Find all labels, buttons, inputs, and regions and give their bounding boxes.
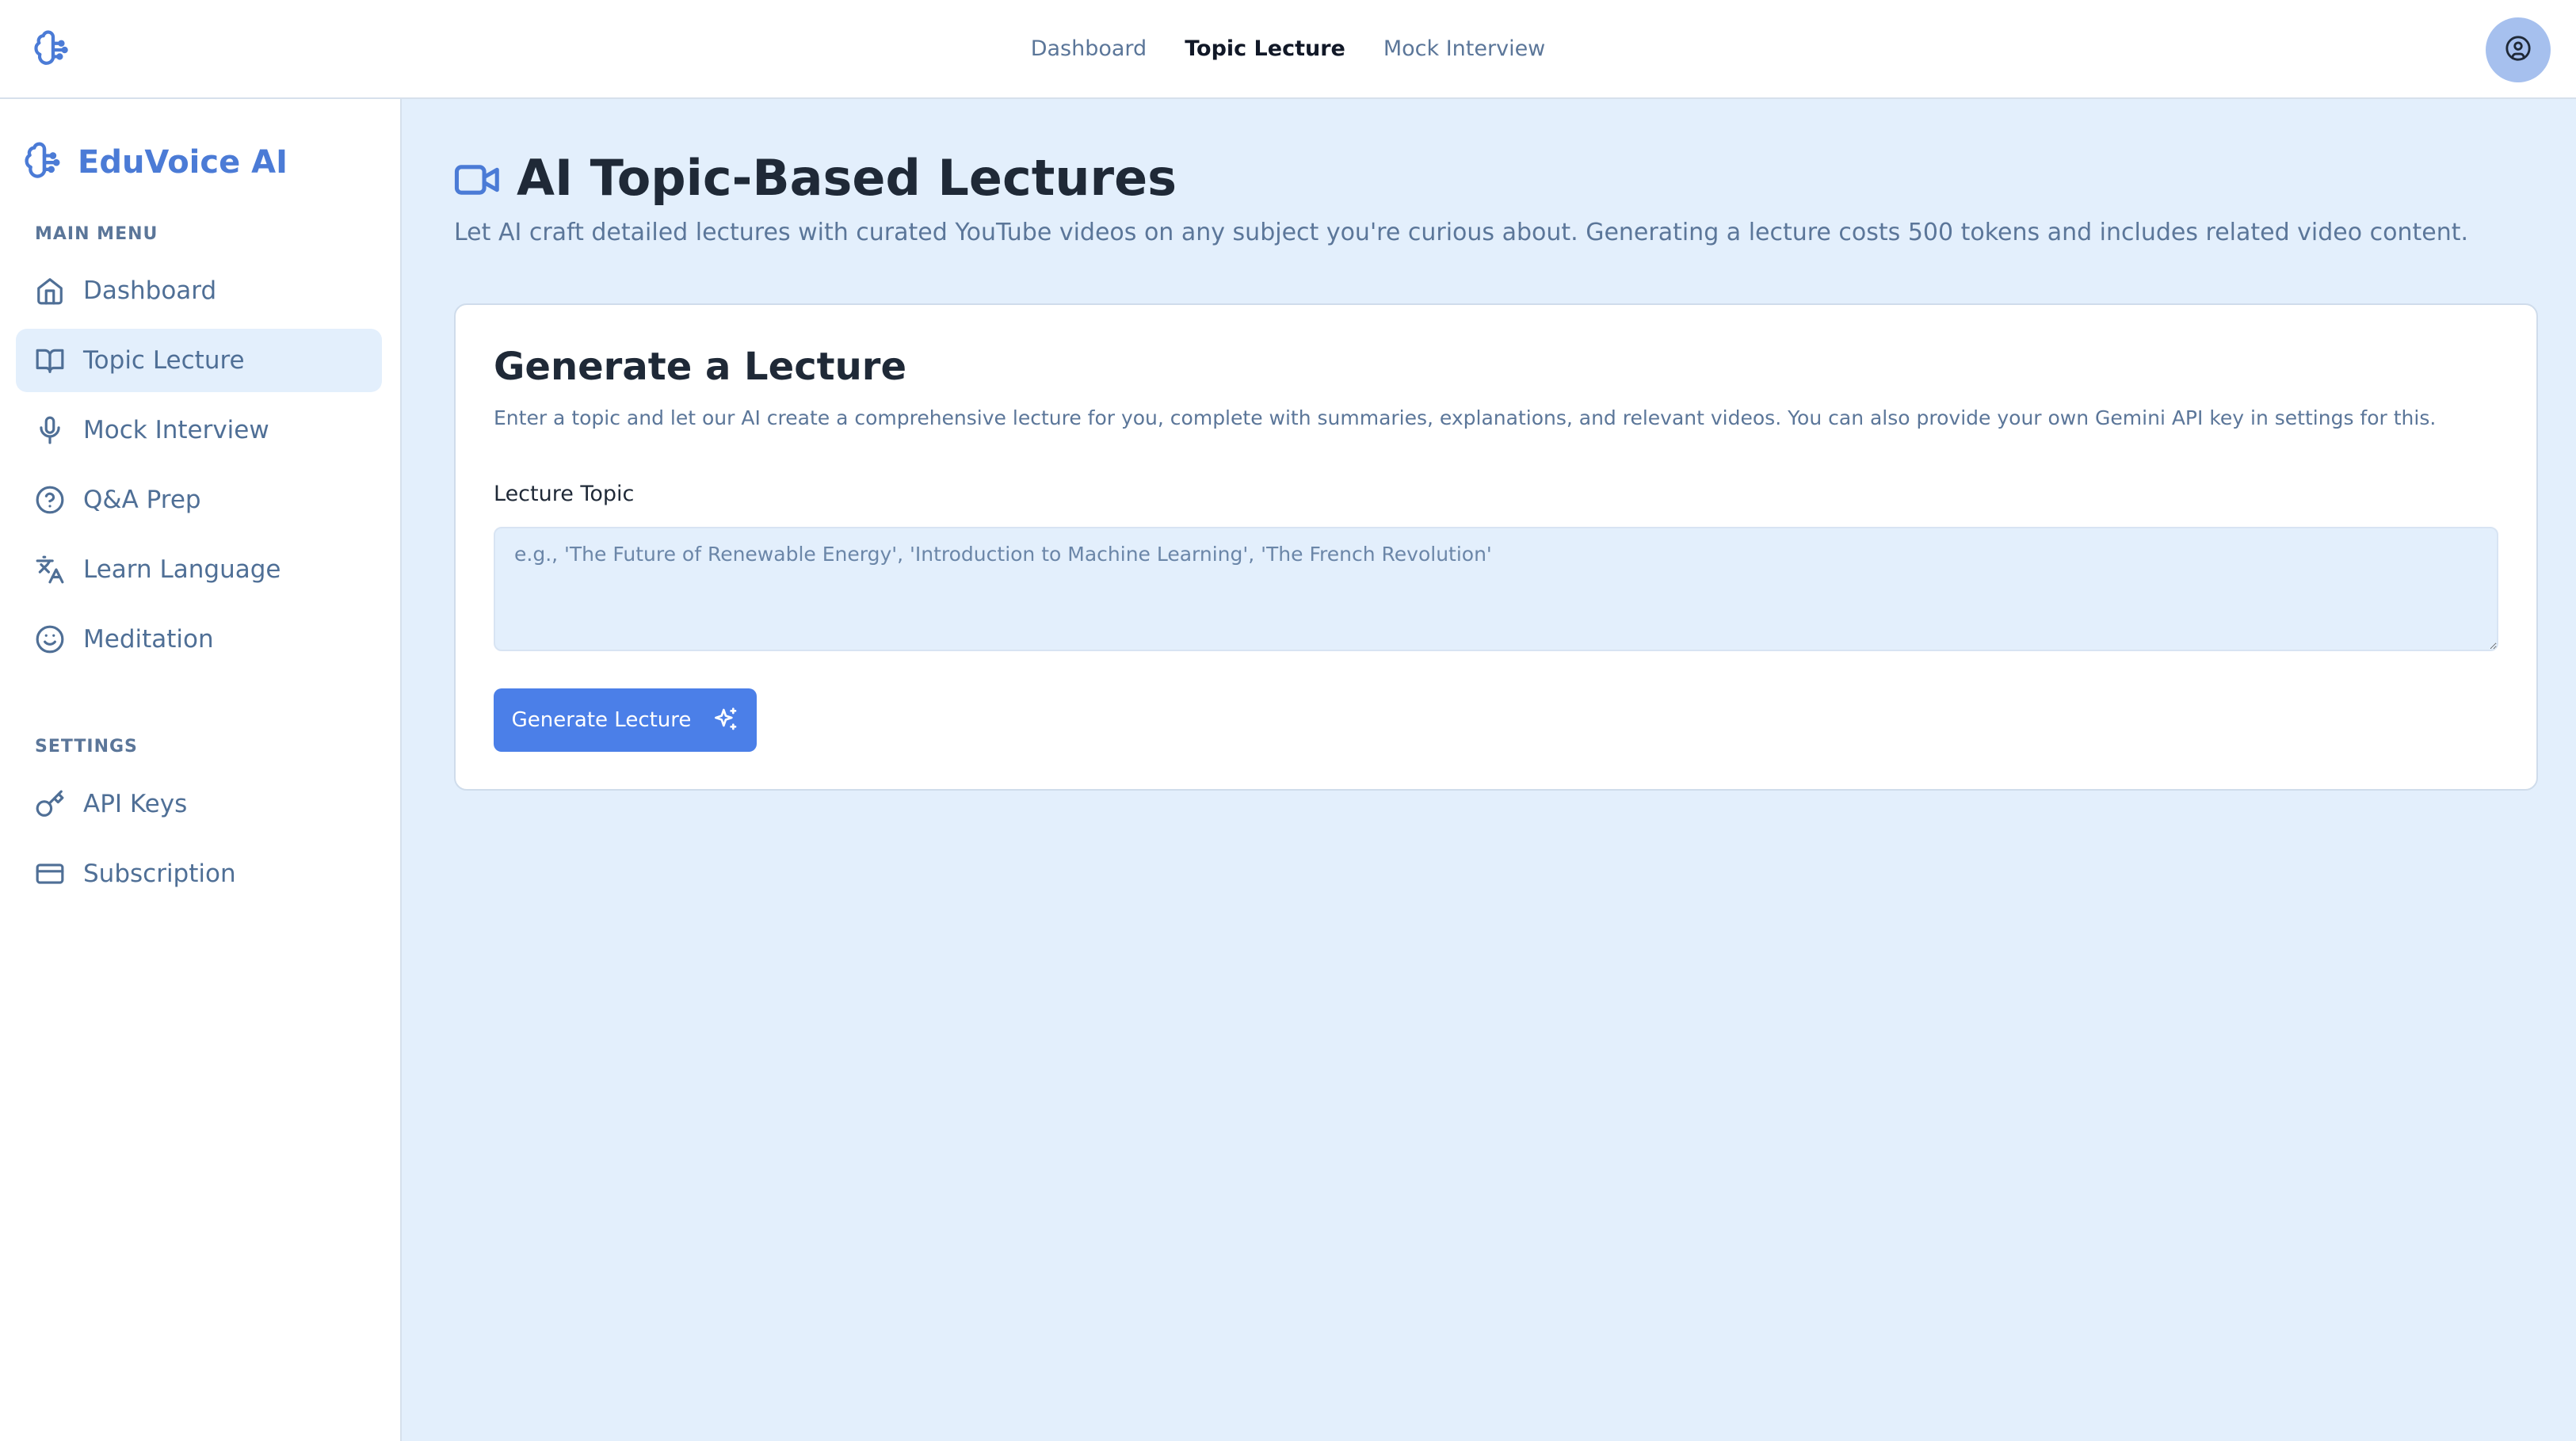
generate-lecture-card: Generate a Lecture Enter a topic and let…: [454, 303, 2538, 791]
sidebar-item-api-keys[interactable]: API Keys: [16, 772, 382, 836]
sidebar-item-mock-interview[interactable]: Mock Interview: [16, 398, 382, 462]
languages-icon: [34, 554, 66, 585]
video-icon: [454, 161, 502, 199]
sidebar: EduVoice AI MAIN MENU Dashboard Topic Le…: [0, 99, 402, 1441]
book-open-icon: [34, 345, 66, 376]
topnav-topic-lecture[interactable]: Topic Lecture: [1185, 36, 1345, 61]
credit-card-icon: [34, 858, 66, 890]
sidebar-item-label: API Keys: [83, 790, 188, 818]
brand[interactable]: EduVoice AI: [24, 139, 288, 186]
mic-icon: [34, 414, 66, 446]
sidebar-item-meditation[interactable]: Meditation: [16, 608, 382, 671]
sidebar-item-label: Dashboard: [83, 276, 217, 305]
generate-lecture-button[interactable]: Generate Lecture: [494, 688, 757, 752]
brand-name: EduVoice AI: [78, 144, 288, 181]
topnav-dashboard[interactable]: Dashboard: [1031, 36, 1147, 61]
main-menu-title: MAIN MENU: [35, 224, 158, 244]
sidebar-item-label: Q&A Prep: [83, 486, 201, 514]
top-bar: Dashboard Topic Lecture Mock Interview: [0, 0, 2576, 99]
page-subtitle: Let AI craft detailed lectures with cura…: [454, 219, 2469, 246]
sidebar-item-label: Topic Lecture: [83, 346, 245, 375]
home-icon: [34, 275, 66, 307]
sidebar-item-dashboard[interactable]: Dashboard: [16, 259, 382, 322]
lecture-topic-label: Lecture Topic: [494, 482, 635, 506]
brain-icon: [24, 140, 65, 185]
sidebar-item-topic-lecture[interactable]: Topic Lecture: [16, 329, 382, 392]
page-title: AI Topic-Based Lectures: [517, 149, 1177, 207]
card-description: Enter a topic and let our AI create a co…: [494, 406, 2437, 429]
user-circle-icon: [2505, 35, 2532, 65]
user-avatar-button[interactable]: [2486, 17, 2551, 82]
sidebar-item-label: Meditation: [83, 625, 214, 654]
sidebar-item-subscription[interactable]: Subscription: [16, 842, 382, 905]
topnav-mock-interview[interactable]: Mock Interview: [1383, 36, 1545, 61]
lecture-topic-input[interactable]: [494, 527, 2498, 651]
sidebar-item-label: Subscription: [83, 860, 236, 888]
settings-title: SETTINGS: [35, 737, 138, 757]
help-circle-icon: [34, 484, 66, 516]
sidebar-item-qa-prep[interactable]: Q&A Prep: [16, 468, 382, 532]
smile-icon: [34, 623, 66, 655]
card-title: Generate a Lecture: [494, 345, 906, 389]
sparkles-icon: [713, 707, 738, 734]
generate-lecture-label: Generate Lecture: [511, 708, 692, 732]
sidebar-item-label: Mock Interview: [83, 416, 269, 444]
sidebar-item-label: Learn Language: [83, 555, 281, 584]
sidebar-item-learn-language[interactable]: Learn Language: [16, 538, 382, 601]
key-icon: [34, 788, 66, 820]
top-nav: Dashboard Topic Lecture Mock Interview: [0, 0, 2576, 97]
